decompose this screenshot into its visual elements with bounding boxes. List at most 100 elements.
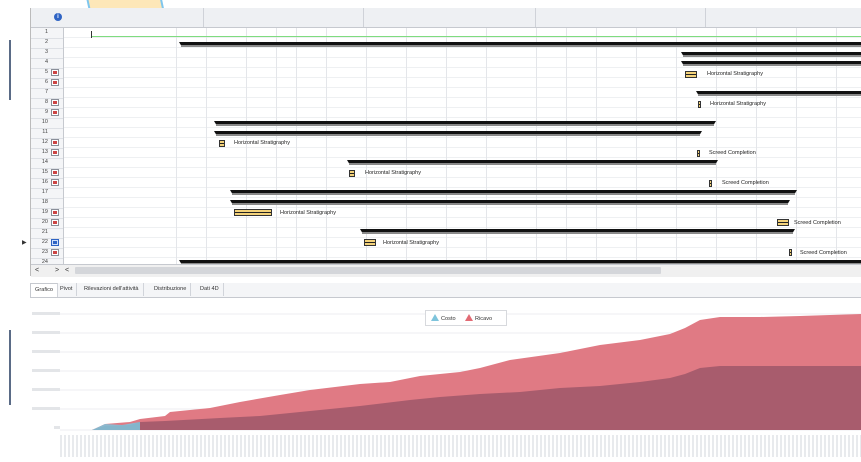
task-label: Horizontal Stratigraphy <box>365 170 421 176</box>
grid-line <box>64 227 861 228</box>
grid-line <box>64 247 861 248</box>
task-bar[interactable] <box>685 71 697 78</box>
grid-line <box>64 207 861 208</box>
summary-bar[interactable] <box>230 190 797 195</box>
grid-line <box>64 177 861 178</box>
y-axis-tick <box>32 350 60 353</box>
timeline-header-cell <box>363 8 536 27</box>
task-bar[interactable] <box>789 249 792 256</box>
grid-line <box>64 67 861 68</box>
grid-line <box>64 167 861 168</box>
grid-line <box>64 127 861 128</box>
tab-3[interactable]: Distribuzione <box>150 283 192 296</box>
grid-line <box>64 217 861 218</box>
row-type-icon[interactable] <box>51 209 59 216</box>
info-icon[interactable]: i <box>54 13 62 21</box>
task-label: Screed Completion <box>709 150 756 156</box>
gantt-chart: Horizontal Stratigraphy Horizontal Strat… <box>64 28 861 264</box>
task-bar[interactable] <box>234 209 272 216</box>
task-bar[interactable] <box>777 219 789 226</box>
timeline-header-cell <box>535 8 706 27</box>
tab-4[interactable]: Dati 4D <box>196 283 224 296</box>
grid-line <box>176 28 177 264</box>
y-axis-tick <box>32 369 60 372</box>
row-type-icon[interactable] <box>51 249 59 256</box>
row-number: 8 <box>44 99 48 105</box>
row-number: 11 <box>42 129 48 135</box>
row-number: 7 <box>44 89 48 95</box>
legend-ricavo[interactable]: Ricavo <box>465 314 492 322</box>
row-number: 14 <box>41 159 48 165</box>
row-type-icon[interactable] <box>51 219 59 226</box>
summary-bar[interactable] <box>214 131 702 136</box>
row-type-icon[interactable] <box>51 169 59 176</box>
summary-bar[interactable] <box>230 200 790 205</box>
task-bar[interactable] <box>364 239 376 246</box>
summary-bar[interactable] <box>179 42 861 47</box>
legend-costo[interactable]: Costo <box>431 314 456 322</box>
task-label: Horizontal Stratigraphy <box>707 71 763 77</box>
grid-line <box>296 28 297 264</box>
edge-mark <box>9 330 11 405</box>
row-type-icon[interactable] <box>51 99 59 106</box>
summary-bar[interactable] <box>214 121 716 126</box>
row-number: 18 <box>41 199 48 205</box>
legend-ricavo-label: Ricavo <box>475 316 493 322</box>
row-number: 16 <box>41 179 48 185</box>
row-number: 5 <box>44 69 48 75</box>
grid-line <box>64 147 861 148</box>
task-bar[interactable] <box>697 150 700 157</box>
y-axis-tick <box>32 312 60 315</box>
row-number: 12 <box>41 139 48 145</box>
row-type-icon[interactable] <box>51 79 59 86</box>
grid-line <box>64 237 861 238</box>
row-type-icon[interactable] <box>51 179 59 186</box>
row-type-icon[interactable] <box>51 239 59 246</box>
timeline-header-cell <box>203 8 364 27</box>
horizontal-scrollbar[interactable]: < > < <box>31 264 861 277</box>
row-type-icon[interactable] <box>51 139 59 146</box>
timeline-header-cell <box>705 8 861 27</box>
bottom-tabs: Grafico Pivot Rilevazioni dell'attività Dis… <box>30 283 861 298</box>
row-number: 19 <box>41 209 48 215</box>
triangle-icon <box>431 314 439 321</box>
task-label: Horizontal Stratigraphy <box>234 140 290 146</box>
task-bar[interactable] <box>349 170 355 177</box>
column-header: i <box>31 8 861 28</box>
task-bar[interactable] <box>219 140 225 147</box>
scroll-right-button[interactable]: > <box>55 267 59 274</box>
grid-line <box>206 28 207 264</box>
summary-bar[interactable] <box>681 61 861 66</box>
row-number: 13 <box>41 149 48 155</box>
grid-line <box>64 47 861 48</box>
edge-mark <box>9 40 11 100</box>
summary-bar[interactable] <box>347 160 718 165</box>
summary-bar[interactable] <box>696 91 861 96</box>
row-type-icon[interactable] <box>51 149 59 156</box>
row-number: 21 <box>41 229 48 235</box>
summary-bar[interactable] <box>360 229 795 234</box>
cursor-marker <box>91 31 92 38</box>
grid-line <box>64 257 861 258</box>
task-label: Horizontal Stratigraphy <box>383 240 439 246</box>
task-bar[interactable] <box>709 180 712 187</box>
summary-bar[interactable] <box>179 260 861 264</box>
tab-2[interactable]: Rilevazioni dell'attività <box>80 283 144 296</box>
row-number: 10 <box>41 119 48 125</box>
summary-bar[interactable] <box>681 52 861 57</box>
scroll-left-button[interactable]: < <box>35 267 39 274</box>
row-number: 1 <box>44 29 48 35</box>
row-number: 4 <box>44 59 48 65</box>
task-bar[interactable] <box>698 101 701 108</box>
row-type-icon[interactable] <box>51 109 59 116</box>
row-type-icon[interactable] <box>51 69 59 76</box>
y-axis-tick <box>32 407 60 410</box>
scroll-left-button[interactable]: < <box>65 267 69 274</box>
task-label: Screed Completion <box>800 250 847 256</box>
tab-1[interactable]: Pivot <box>56 283 78 296</box>
grid-line <box>64 37 861 38</box>
tab-0[interactable]: Grafico <box>30 283 59 297</box>
grid-line <box>64 117 861 118</box>
current-row-pointer-icon: ▶ <box>22 240 27 246</box>
scrollbar-thumb[interactable] <box>75 267 661 274</box>
